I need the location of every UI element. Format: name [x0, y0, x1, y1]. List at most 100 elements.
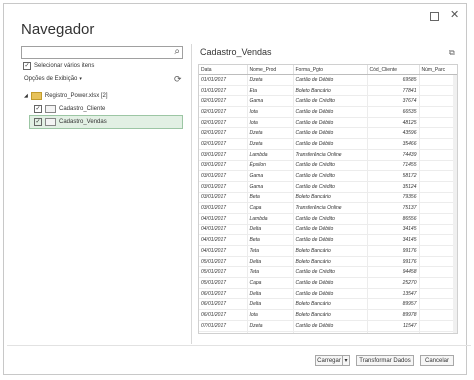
table-cell: Capa — [247, 202, 294, 214]
table-cell: 02/01/2017 — [199, 95, 248, 108]
tree-item-cadastro-cliente[interactable]: ✓ Cadastro_Cliente — [34, 105, 105, 113]
load-button[interactable]: Carregar — [315, 355, 343, 366]
maximize-icon[interactable] — [430, 12, 439, 21]
table-cell: 34145 — [367, 224, 420, 236]
table-cell: Gama — [247, 170, 294, 182]
table-cell: Transferência Online — [293, 331, 368, 333]
table-header-row: Data Nome_Prod Forma_Pgto Cód_Cliente Nú… — [199, 65, 457, 75]
table-cell: Cartão de Crédito — [293, 95, 368, 108]
table-row: 04/01/2017 Beta Cartão de Débito 34145 — [199, 234, 457, 246]
checkbox-icon[interactable]: ✓ — [23, 62, 31, 70]
table-row: 04/01/2017 Teta Boleto Bancário 99176 — [199, 245, 457, 257]
vertical-scrollbar[interactable] — [453, 75, 457, 333]
table-row: 05/01/2017 Capa Cartão de Débito 25270 — [199, 277, 457, 289]
table-cell: 66535 — [367, 106, 420, 118]
table-row: 04/01/2017 Delta Cartão de Débito 34145 — [199, 224, 457, 236]
table-row: 03/01/2017 Capa Transferência Online 75137 — [199, 202, 457, 214]
table-cell: Delta — [247, 288, 294, 300]
table-cell: 04/01/2017 — [199, 245, 248, 257]
table-cell: 37674 — [367, 95, 420, 108]
table-cell: 02/01/2017 — [199, 106, 248, 118]
table-cell: 02/01/2017 — [199, 127, 248, 140]
table-cell: 07/01/2017 — [199, 320, 248, 332]
table-row: 01/01/2017 Dzeta Cartão de Débito 69585 — [199, 74, 457, 86]
preview-table: Data Nome_Prod Forma_Pgto Cód_Cliente Nú… — [198, 64, 458, 334]
table-cell: 03/01/2017 — [199, 192, 248, 204]
search-input[interactable]: ⌕ — [21, 46, 183, 59]
load-menu-button[interactable]: ▾ — [342, 355, 350, 366]
preview-title: Cadastro_Vendas — [200, 47, 272, 57]
table-cell: 35124 — [367, 181, 420, 193]
tree-item-label: Cadastro_Cliente — [59, 106, 106, 112]
table-cell: Delta — [247, 224, 294, 236]
table-row: 07/01/2017 Dzeta Cartão de Débito 11547 — [199, 320, 457, 332]
table-cell: Épsilon — [247, 160, 294, 172]
display-options-button[interactable]: Opções de Exibição ▾ — [24, 76, 82, 82]
checkbox-icon[interactable]: ✓ — [34, 105, 42, 113]
table-cell: 06/01/2017 — [199, 288, 248, 300]
table-cell: Lambda — [247, 149, 294, 161]
table-cell: 04/01/2017 — [199, 234, 248, 246]
table-row: 02/01/2017 Iota Cartão de Débito 66535 — [199, 106, 457, 118]
table-cell: 06/01/2017 — [199, 309, 248, 321]
table-cell: Lambda — [247, 331, 294, 333]
display-options-label: Opções de Exibição — [24, 76, 78, 82]
pane-divider[interactable] — [191, 44, 192, 344]
column-header: Núm_Parc — [419, 65, 457, 75]
table-cell: Cartão de Débito — [293, 234, 368, 246]
table-row: 02/01/2017 Dzeta Cartão de Débito 35466 — [199, 138, 457, 150]
table-cell: 05/01/2017 — [199, 256, 248, 268]
table-cell: Cartão de Débito — [293, 138, 368, 150]
collapse-icon[interactable]: ◢ — [24, 93, 28, 99]
table-cell: Dzeta — [247, 74, 294, 86]
table-cell: Cartão de Crédito — [293, 170, 368, 182]
table-cell: 03/01/2017 — [199, 149, 248, 161]
table-cell: Beta — [247, 234, 294, 246]
table-cell: Cartão de Débito — [293, 117, 368, 129]
search-icon[interactable]: ⌕ — [174, 46, 180, 57]
table-cell: 04/01/2017 — [199, 213, 248, 225]
table-cell: Teta — [247, 266, 294, 279]
table-cell: Cartão de Crédito — [293, 181, 368, 193]
close-icon[interactable]: ✕ — [450, 8, 459, 21]
table-cell: Iota — [247, 106, 294, 118]
select-multiple-checkbox[interactable]: ✓ Selecionar vários itens — [23, 62, 94, 70]
select-multiple-label: Selecionar vários itens — [34, 63, 95, 69]
refresh-icon[interactable]: ⟳ — [174, 74, 182, 85]
table-cell: 02/01/2017 — [199, 138, 248, 150]
table-row: 03/01/2017 Gama Cartão de Crédito 58172 — [199, 170, 457, 182]
table-cell: Cartão de Débito — [293, 277, 368, 289]
table-cell: 43596 — [367, 127, 420, 140]
table-cell: 99176 — [367, 256, 420, 268]
table-cell: Teta — [247, 245, 294, 257]
table-cell: Iota — [247, 309, 294, 321]
table-cell: 03/01/2017 — [199, 170, 248, 182]
table-cell: 01/01/2017 — [199, 85, 248, 97]
column-header: Cód_Cliente — [367, 65, 420, 75]
folder-icon — [30, 92, 42, 100]
table-cell: Boleto Bancário — [293, 256, 368, 268]
table-cell: Beta — [247, 192, 294, 204]
checkbox-icon[interactable]: ✓ — [34, 118, 42, 126]
table-cell: Cartão de Débito — [293, 320, 368, 332]
table-cell: 35466 — [367, 138, 420, 150]
table-cell: Gama — [247, 181, 294, 193]
table-cell: 13547 — [367, 288, 420, 300]
sheet-icon — [45, 118, 56, 126]
table-cell: Delta — [247, 298, 294, 311]
table-cell: 25270 — [367, 277, 420, 289]
transform-data-button[interactable]: Transformar Dados — [356, 355, 414, 366]
table-cell: 05/01/2017 — [199, 266, 248, 279]
table-cell: Dzeta — [247, 127, 294, 140]
table-cell: 86556 — [367, 213, 420, 225]
table-cell: 07/01/2017 — [199, 331, 248, 333]
table-cell: Cartão de Débito — [293, 127, 368, 140]
tree-item-cadastro-vendas[interactable]: ✓ Cadastro_Vendas — [34, 118, 107, 126]
table-cell: Eta — [247, 85, 294, 97]
table-cell: 03/01/2017 — [199, 202, 248, 214]
tree-file-node[interactable]: ◢ Registro_Power.xlsx [2] — [24, 92, 108, 100]
cancel-button[interactable]: Cancelar — [420, 355, 454, 366]
table-cell: Dzeta — [247, 320, 294, 332]
table-cell: 06/01/2017 — [199, 298, 248, 311]
options-icon[interactable]: ⧉ — [449, 48, 455, 58]
